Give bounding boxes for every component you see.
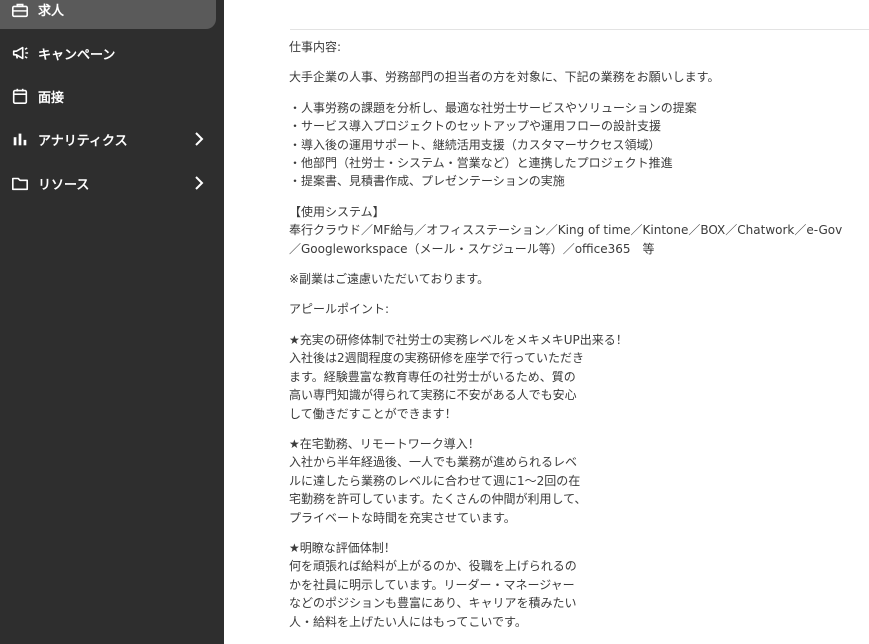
duties-list: ・人事労務の課題を分析し、最適な社労士サービスやソリューションの提案 ・サービス… xyxy=(289,99,869,191)
appeal-block: ★充実の研修体制で社労士の実務レベルをメキメキUP出来る！ 入社後は2週間程度の… xyxy=(289,331,869,423)
appeal-line: ★在宅勤務、リモートワーク導入！ xyxy=(289,436,480,451)
briefcase-icon xyxy=(10,0,30,20)
job-description: 仕事内容: 大手企業の人事、労務部門の担当者の方を対象に、下記の業務をお願いしま… xyxy=(289,38,869,643)
appeal-line: などのポジションも豊富にあり、キャリアを積みたい xyxy=(289,596,577,611)
appeal-line: 宅勤務を許可しています。たくさんの仲間が利用して、 xyxy=(289,492,587,507)
appeal-line: ★充実の研修体制で社労士の実務レベルをメキメキUP出来る！ xyxy=(289,332,628,347)
bar-chart-icon xyxy=(10,129,30,149)
sidebar-item-label: リソース xyxy=(38,177,90,193)
systems-line: 奉行クラウド／MF給与／オフィスステーション／King of time／Kint… xyxy=(289,223,843,238)
appeal-block: ★明瞭な評価体制！ 何を頑張れば給料が上がるのか、役職を上げられるの かを社員に… xyxy=(289,539,869,631)
appeal-line: かを社員に明示しています。リーダー・マネージャー xyxy=(289,577,575,592)
sidebar-item-analytics[interactable]: アナリティクス xyxy=(0,118,216,160)
side-job-note: ※副業はご遠慮いただいております。 xyxy=(289,272,490,287)
appeal-line: プライベートな時間を充実させています。 xyxy=(289,510,516,525)
sidebar-item-interview[interactable]: 面接 xyxy=(0,75,216,117)
systems-section: 【使用システム】 奉行クラウド／MF給与／オフィスステーション／King of … xyxy=(289,203,869,258)
sidebar-item-campaign[interactable]: キャンペーン xyxy=(0,32,216,74)
list-item: ・他部門（社労士・システム・営業など）と連携したプロジェクト推進 xyxy=(289,156,673,171)
job-heading: 仕事内容: xyxy=(289,40,342,54)
appeal-line: ★明瞭な評価体制！ xyxy=(289,540,396,555)
appeal-line: 人・給料を上げたい人にはもってこいです。 xyxy=(289,614,527,629)
systems-line: ／Googleworkspace（メール・スケジュール等）／office365 … xyxy=(289,241,655,256)
appeal-line: 入社から半年経過後、一人でも業務が進められるレベ xyxy=(289,455,578,470)
folder-icon xyxy=(10,173,30,193)
sidebar-item-label: アナリティクス xyxy=(38,133,128,149)
appeal-line: して働きだすことができます！ xyxy=(289,406,457,421)
appeal-line: ます。経験豊富な教育専任の社労士がいるため、質の xyxy=(289,369,576,384)
calendar-icon xyxy=(10,86,30,106)
sidebar-item-resources[interactable]: リソース xyxy=(0,162,216,204)
job-intro: 大手企業の人事、労務部門の担当者の方を対象に、下記の業務をお願いします。 xyxy=(289,70,720,85)
sidebar-item-label: キャンペーン xyxy=(38,47,116,63)
appeal-line: ルに達したら業務のレベルに合わせて週に1〜2回の在 xyxy=(289,473,581,488)
appeal-line: 入社後は2週間程度の実務研修を座学で行っていただき xyxy=(289,351,585,366)
chevron-right-icon xyxy=(195,176,204,190)
list-item: ・導入後の運用サポート、継続活用支援（カスタマーサクセス領域） xyxy=(289,137,661,152)
appeal-heading: アピールポイント: xyxy=(289,302,390,317)
appeal-line: 高い専門知識が得られて実務に不安がある人でも安心 xyxy=(289,388,577,403)
list-item: ・人事労務の課題を分析し、最適な社労士サービスやソリューションの提案 xyxy=(289,100,697,115)
job-detail-panel: 仕事内容: 大手企業の人事、労務部門の担当者の方を対象に、下記の業務をお願いしま… xyxy=(224,0,869,644)
chevron-right-icon xyxy=(195,132,204,146)
appeal-line: 何を頑張れば給料が上がるのか、役職を上げられるの xyxy=(289,559,577,574)
appeal-block: ★在宅勤務、リモートワーク導入！ 入社から半年経過後、一人でも業務が進められるレ… xyxy=(289,435,869,527)
megaphone-icon xyxy=(10,43,30,63)
sidebar: 求人 キャンペーン 面接 アナリティクス リソース xyxy=(0,0,224,644)
section-divider xyxy=(290,29,869,30)
sidebar-item-label: 求人 xyxy=(38,4,65,19)
systems-heading: 【使用システム】 xyxy=(289,204,385,219)
list-item: ・提案書、見積書作成、プレゼンテーションの実施 xyxy=(289,174,565,189)
sidebar-item-jobs[interactable]: 求人 xyxy=(0,0,216,29)
list-item: ・サービス導入プロジェクトのセットアップや運用フローの設計支援 xyxy=(289,119,662,134)
sidebar-item-label: 面接 xyxy=(38,90,65,106)
